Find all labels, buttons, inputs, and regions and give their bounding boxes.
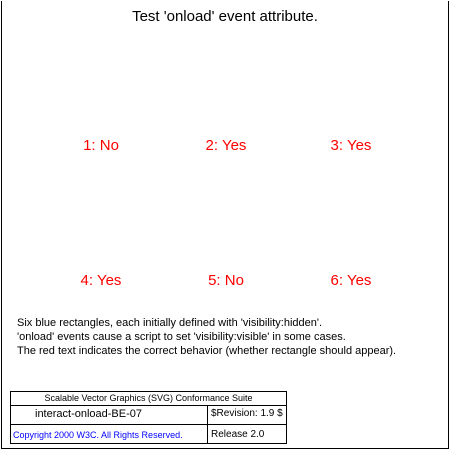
revision: $Revision: 1.9 $: [211, 408, 283, 419]
result-label-1: 1: No: [83, 137, 119, 154]
copyright-link[interactable]: Copyright 2000 W3C. All Rights Reserved.: [13, 430, 183, 440]
legend-divider-top: [11, 405, 286, 406]
test-name: interact-onload-BE-07: [35, 408, 143, 420]
result-label-3: 3: Yes: [330, 137, 372, 154]
suite-title: Scalable Vector Graphics (SVG) Conforman…: [44, 393, 253, 403]
result-label-2: 2: Yes: [205, 137, 247, 154]
description-line-1: Six blue rectangles, each initially defi…: [17, 317, 323, 329]
test-frame: [1, 1, 449, 449]
release: Release 2.0: [211, 429, 265, 440]
description-line-3: The red text indicates the correct behav…: [17, 345, 397, 357]
result-label-6: 6: Yes: [330, 272, 372, 289]
legend-divider-middle: [11, 424, 286, 425]
result-label-5: 5: No: [208, 272, 244, 289]
result-label-4: 4: Yes: [80, 272, 122, 289]
conformance-legend: Scalable Vector Graphics (SVG) Conforman…: [10, 391, 287, 444]
legend-divider-vertical: [207, 405, 208, 443]
description-line-2: 'onload' events cause a script to set 'v…: [17, 331, 346, 343]
page-title: Test 'onload' event attribute.: [132, 8, 318, 25]
